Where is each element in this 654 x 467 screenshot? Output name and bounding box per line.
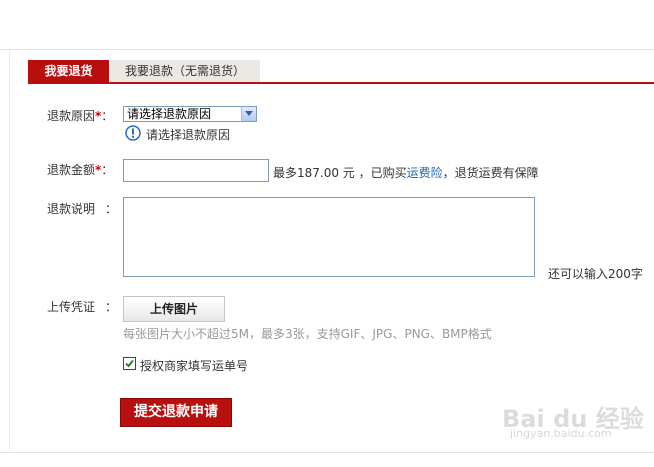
amount-note-suffix: ，退货运费有保障 [442, 166, 539, 180]
baidu-watermark: Bai du 经验 jingyan.baidu.com [500, 397, 650, 441]
authorize-label[interactable]: 授权商家填写运单号 [140, 357, 248, 374]
left-divider [9, 50, 10, 450]
reason-label: 退款原因 [47, 109, 96, 123]
chevron-down-icon[interactable] [241, 107, 256, 121]
label-colon: ： [101, 109, 114, 123]
upload-note: 每张图片大小不超过5M，最多3张，支持GIF、JPG、PNG、BMP格式 [123, 327, 492, 341]
upload-label: 上传凭证 [47, 300, 96, 314]
reason-hint-text: 请选择退款原因 [146, 128, 231, 142]
authorize-checkbox[interactable] [123, 357, 136, 370]
label-colon: ： [105, 202, 118, 216]
upload-image-button[interactable]: 上传图片 [123, 296, 225, 322]
reason-select[interactable]: 请选择退款原因 [123, 106, 257, 122]
amount-label-row: 退款金额*： [47, 161, 113, 178]
remaining-chars: 还可以输入200字 [548, 267, 643, 281]
tab-return-goods[interactable]: 我要退货 [28, 60, 109, 82]
label-colon: ： [105, 300, 118, 314]
bottom-divider [0, 452, 654, 453]
upload-label-row: 上传凭证 ： [47, 298, 117, 315]
tab-underline [28, 82, 654, 84]
amount-input[interactable] [123, 159, 269, 182]
description-textarea[interactable] [123, 197, 535, 277]
description-label: 退款说明 [47, 202, 96, 216]
shipping-insurance-link[interactable]: 运费险 [407, 166, 443, 180]
checkmark-icon [125, 359, 134, 368]
top-divider [0, 49, 654, 50]
reason-label-row: 退款原因*： [47, 107, 113, 124]
amount-note: 最多187.00 元 ，已购买运费险，退货运费有保障 [273, 164, 539, 181]
description-label-row: 退款说明 ： [47, 200, 117, 217]
info-circle-icon [125, 125, 141, 141]
tab-refund-only[interactable]: 我要退款（无需退货） [110, 60, 260, 82]
reason-select-value: 请选择退款原因 [127, 107, 212, 121]
label-colon: ： [101, 163, 114, 177]
amount-note-prefix: 最多187.00 元 ，已购买 [273, 166, 407, 180]
tab-bar: 我要退货 我要退款（无需退货） [28, 60, 654, 85]
submit-refund-button[interactable]: 提交退款申请 [120, 398, 232, 427]
amount-label: 退款金额 [47, 163, 96, 177]
watermark-url: jingyan.baidu.com [510, 427, 612, 440]
